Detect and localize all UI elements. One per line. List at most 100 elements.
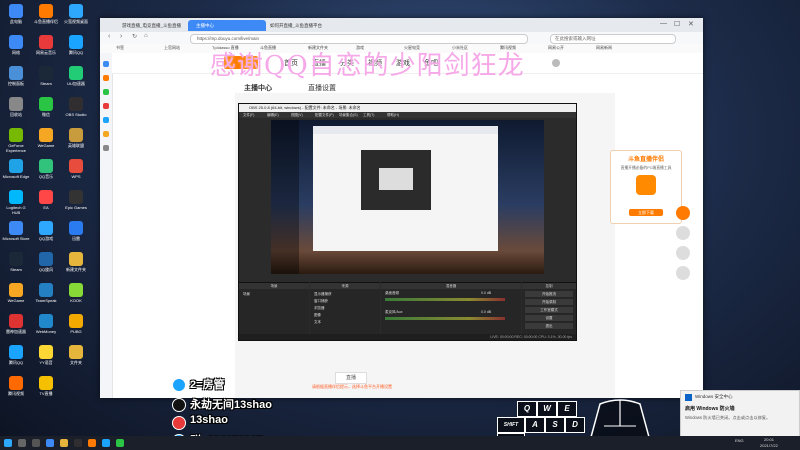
source-item[interactable]: 显示器捕获 [314, 292, 332, 297]
desktop-icon[interactable]: PUBG [62, 314, 90, 334]
mixer-mic-meter[interactable] [385, 317, 505, 320]
desktop-icon[interactable]: 英雄联盟 [62, 128, 90, 148]
sidebar-favorite-icon[interactable] [103, 61, 109, 67]
source-item[interactable]: 浏览器 [314, 306, 325, 311]
windows-notification[interactable]: Windows 安全中心 启用 Windows 防火墙 Windows 防火墙已… [680, 390, 800, 437]
desktop-icon[interactable]: 微信 [32, 97, 60, 117]
mixer-desktop-meter[interactable] [385, 298, 505, 301]
promo-card[interactable]: 斗鱼直播伴侣 直播开播必备的PC端直播工具 立即下载 [610, 150, 682, 224]
source-item[interactable]: 窗口捕获 [314, 299, 328, 304]
source-item[interactable]: 文本 [314, 320, 321, 325]
desktop-icon[interactable]: Microsoft Store [2, 221, 30, 241]
forward-icon[interactable]: › [120, 33, 122, 40]
desktop-icon[interactable]: 网络 [2, 35, 30, 55]
promo-download-button[interactable]: 立即下载 [629, 209, 663, 216]
taskbar-obs-icon[interactable] [74, 439, 82, 447]
desktop-icon[interactable]: QQ旋风 [32, 252, 60, 272]
taskbar-douyu-icon[interactable] [88, 439, 96, 447]
sidebar-video-icon[interactable] [103, 103, 109, 109]
desktop-icon[interactable]: 腾讯QQ [2, 345, 30, 365]
clock-date[interactable]: 2021/7/22 [760, 443, 778, 448]
obs-menu-item[interactable]: 配置文件(P) [315, 112, 334, 118]
exit-button[interactable]: 退出 [525, 323, 573, 329]
desktop-icon[interactable]: OBS Studio [62, 97, 90, 117]
sidebar-download-icon[interactable] [103, 145, 109, 151]
bookmark-item[interactable]: 书签 [116, 45, 124, 51]
desktop-icon[interactable]: WeGame [32, 128, 60, 148]
sidebar-qq-icon[interactable] [103, 117, 109, 123]
desktop-icon[interactable]: 雷神加速器 [2, 314, 30, 334]
bookmark-item[interactable]: 网易新闻 [596, 45, 612, 51]
minimize-button[interactable]: — [660, 20, 667, 27]
search-input[interactable]: 在此搜索或输入网址 [550, 34, 676, 44]
bookmark-item[interactable]: 网易公开 [548, 45, 564, 51]
desktop-icon[interactable]: YY语音 [32, 345, 60, 365]
maximize-button[interactable]: ☐ [674, 20, 680, 28]
float-live-icon[interactable] [676, 206, 690, 220]
scene-item[interactable]: 场景 [243, 292, 250, 297]
obs-menu-item[interactable]: 工具(T) [363, 112, 374, 118]
desktop-icon[interactable]: 腾讯视频 [2, 376, 30, 396]
taskbar-wechat-icon[interactable] [116, 439, 124, 447]
desktop-icon[interactable]: WebMoney [32, 314, 60, 334]
tab-douyu-home[interactable]: 游戏直播_电竞直播_斗鱼直播 [114, 20, 192, 31]
taskbar-qq-icon[interactable] [102, 439, 110, 447]
clock-time[interactable]: 20:01 [764, 437, 774, 442]
desktop-icon[interactable]: Epic Games [62, 190, 90, 210]
search-icon[interactable] [18, 439, 26, 447]
start-icon[interactable] [4, 439, 12, 447]
sidebar-game-icon[interactable] [103, 75, 109, 81]
obs-menu-item[interactable]: 文件(F) [243, 112, 254, 118]
sidebar-note-icon[interactable] [103, 131, 109, 137]
desktop-icon[interactable]: TV直播 [32, 376, 60, 396]
close-button[interactable]: ✕ [688, 20, 694, 28]
refresh-icon[interactable]: ↻ [132, 33, 137, 40]
desktop-icon[interactable]: QQ游戏 [32, 221, 60, 241]
home-icon[interactable]: ⌂ [144, 33, 148, 39]
desktop-icon[interactable]: 控制面板 [2, 66, 30, 86]
settings-button[interactable]: 设置 [525, 315, 573, 321]
start-recording-button[interactable]: 开始录制 [525, 299, 573, 305]
desktop-icon[interactable]: EA [32, 190, 60, 210]
bookmark-item[interactable]: 上官网站 [164, 45, 180, 51]
tab-anchor-center[interactable]: 主播中心 [188, 20, 266, 31]
desktop-icon[interactable]: WeGame [2, 283, 30, 303]
url-input[interactable]: https://mp.douyu.com/live/main [190, 34, 528, 44]
taskbar-explorer-icon[interactable] [60, 439, 68, 447]
desktop-icon[interactable]: 此电脑 [2, 4, 30, 24]
taskbar-browser-icon[interactable] [46, 439, 54, 447]
studio-mode-button[interactable]: 工作室模式 [525, 307, 573, 313]
obs-menu-item[interactable]: 场景集合(S) [339, 112, 358, 118]
start-live-button[interactable]: 直播 [335, 372, 367, 384]
desktop-icon[interactable]: 回收站 [2, 97, 30, 117]
desktop-icon[interactable]: 火萤视频桌面 [62, 4, 90, 24]
obs-menu-item[interactable]: 视图(V) [291, 112, 303, 118]
start-streaming-button[interactable]: 开始推流 [525, 291, 573, 297]
float-service-icon[interactable] [676, 266, 690, 280]
desktop-icon[interactable]: Microsoft Edge [2, 159, 30, 179]
obs-preview[interactable] [271, 120, 544, 274]
back-icon[interactable]: ‹ [108, 33, 110, 40]
desktop-icon[interactable]: Logitech G HUB [2, 190, 30, 215]
desktop-icon[interactable]: TeamSpeak [32, 283, 60, 303]
obs-menu-item[interactable]: 帮助(H) [387, 112, 399, 118]
desktop-icon[interactable]: 文件夹 [62, 345, 90, 365]
tab-how-to-stream[interactable]: 如何开直播_斗鱼直播平台 [262, 20, 350, 31]
obs-menu-item[interactable]: 编辑(E) [267, 112, 279, 118]
desktop-icon[interactable]: 腾讯QQ [62, 35, 90, 55]
avatar[interactable] [552, 59, 560, 67]
desktop-icon[interactable]: UU加速器 [62, 66, 90, 86]
page-sidebar-title[interactable]: 主播中心 [244, 83, 272, 93]
source-item[interactable]: 图像 [314, 313, 321, 318]
desktop-icon[interactable]: GeForce Experience [2, 128, 30, 153]
task-view-icon[interactable] [32, 439, 40, 447]
sidebar-wechat-icon[interactable] [103, 89, 109, 95]
desktop-icon[interactable]: 新建文件夹 [62, 252, 90, 272]
desktop-icon[interactable]: Steam [32, 66, 60, 86]
desktop-icon[interactable]: Steam [2, 252, 30, 272]
desktop-icon[interactable]: 网易云音乐 [32, 35, 60, 55]
desktop-icon[interactable]: WPS [62, 159, 90, 179]
language-indicator[interactable]: ENG [735, 438, 744, 443]
float-home-icon[interactable] [676, 226, 690, 240]
desktop-icon[interactable]: 迅雷 [62, 221, 90, 241]
